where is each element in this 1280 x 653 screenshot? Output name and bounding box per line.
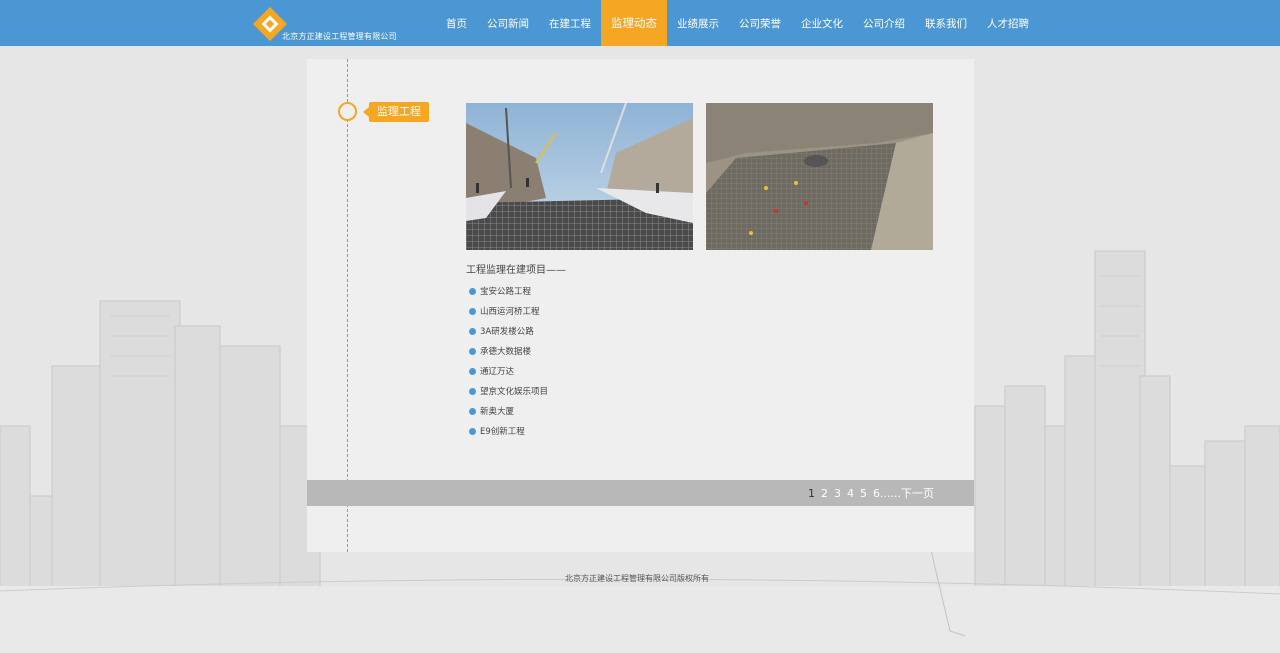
- project-name: E9创新工程: [480, 427, 525, 437]
- list-item[interactable]: 新奥大厦: [469, 401, 548, 421]
- next-page-link[interactable]: ......下一页: [880, 485, 934, 501]
- company-logo[interactable]: 北京方正建设工程管理有限公司: [252, 4, 412, 42]
- nav-item-careers[interactable]: 人才招聘: [977, 0, 1039, 46]
- nav-item-supervision-news[interactable]: 监理动态: [601, 0, 667, 46]
- timeline-circle-icon: [338, 102, 357, 121]
- timeline-dashed-line: [347, 59, 348, 552]
- project-photo-rebar-grid[interactable]: [466, 103, 693, 250]
- page-link-6[interactable]: 6: [873, 487, 880, 500]
- project-name: 承德大数据楼: [480, 347, 532, 357]
- project-photo-foundation-pit[interactable]: [706, 103, 933, 250]
- bullet-dot-icon: [469, 427, 476, 435]
- page-link-4[interactable]: 4: [847, 487, 854, 500]
- nav-item-culture[interactable]: 企业文化: [791, 0, 853, 46]
- bullet-dot-icon: [469, 347, 476, 355]
- main-nav: 首页 公司新闻 在建工程 监理动态 业绩展示 公司荣誉 企业文化 公司介绍 联系…: [436, 0, 1039, 46]
- list-item[interactable]: 通辽万达: [469, 361, 548, 381]
- project-name: 3A研发楼公路: [480, 327, 534, 337]
- nav-item-contact[interactable]: 联系我们: [915, 0, 977, 46]
- project-heading: 工程监理在建项目——: [466, 265, 566, 276]
- page-link-1[interactable]: 1: [808, 487, 815, 500]
- list-item[interactable]: E9创新工程: [469, 421, 548, 441]
- bullet-dot-icon: [469, 287, 476, 295]
- list-item[interactable]: 承德大数据楼: [469, 341, 548, 361]
- nav-item-home[interactable]: 首页: [436, 0, 477, 46]
- top-navigation-bar: 北京方正建设工程管理有限公司 首页 公司新闻 在建工程 监理动态 业绩展示 公司…: [0, 0, 1280, 46]
- page-link-3[interactable]: 3: [834, 487, 841, 500]
- nav-item-honors[interactable]: 公司荣誉: [729, 0, 791, 46]
- copyright-text: 北京方正建设工程管理有限公司版权所有: [565, 574, 709, 583]
- pagination: 1 2 3 4 5 6 ......下一页: [802, 480, 934, 506]
- list-item[interactable]: 3A研发楼公路: [469, 321, 548, 341]
- project-name: 新奥大厦: [480, 407, 515, 417]
- page-link-5[interactable]: 5: [860, 487, 867, 500]
- section-tag: 监理工程: [363, 102, 429, 122]
- nav-item-about[interactable]: 公司介绍: [853, 0, 915, 46]
- project-name: 山西运河桥工程: [480, 307, 540, 317]
- nav-item-company-news[interactable]: 公司新闻: [477, 0, 539, 46]
- page-link-2[interactable]: 2: [821, 487, 828, 500]
- bullet-dot-icon: [469, 407, 476, 415]
- bullet-dot-icon: [469, 367, 476, 375]
- content-panel: 监理工程 工程监理在建项目—— 宝安公路工程 山西运河桥工程 3A研发楼公路 承…: [307, 59, 974, 552]
- footer: 北京方正建设工程管理有限公司版权所有: [0, 573, 1280, 584]
- nav-item-achievements[interactable]: 业绩展示: [667, 0, 729, 46]
- nav-item-projects-in-progress[interactable]: 在建工程: [539, 0, 601, 46]
- pagination-bar: 1 2 3 4 5 6 ......下一页: [307, 480, 974, 506]
- bullet-dot-icon: [469, 307, 476, 315]
- list-item[interactable]: 望京文化娱乐项目: [469, 381, 548, 401]
- project-name: 宝安公路工程: [480, 287, 532, 297]
- list-item[interactable]: 宝安公路工程: [469, 281, 548, 301]
- list-item[interactable]: 山西运河桥工程: [469, 301, 548, 321]
- project-list: 宝安公路工程 山西运河桥工程 3A研发楼公路 承德大数据楼 通辽万达 望京文化娱…: [469, 281, 548, 441]
- project-name: 望京文化娱乐项目: [480, 387, 549, 397]
- project-name: 通辽万达: [480, 367, 515, 377]
- company-name: 北京方正建设工程管理有限公司: [282, 32, 397, 41]
- bullet-dot-icon: [469, 387, 476, 395]
- bullet-dot-icon: [469, 327, 476, 335]
